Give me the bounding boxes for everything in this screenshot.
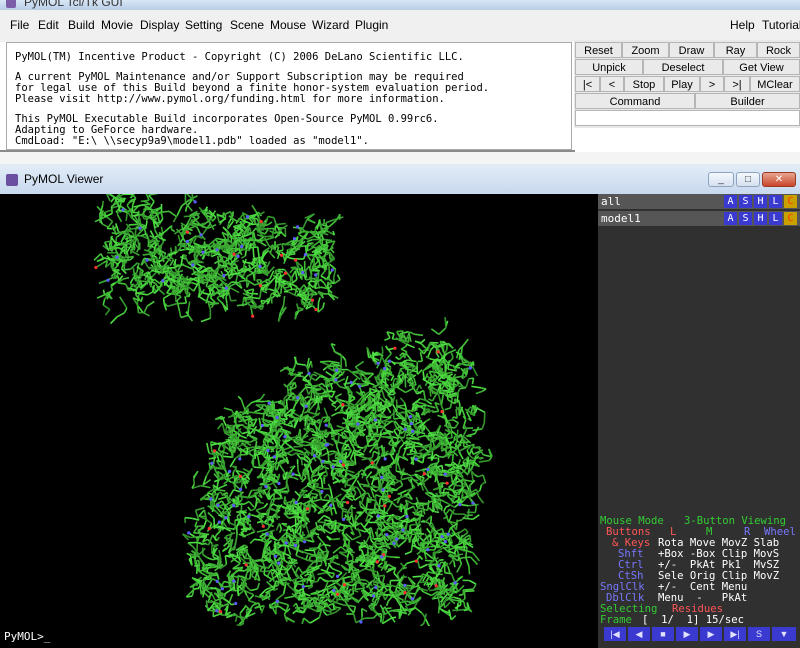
viewer-titlebar: PyMOL Viewer _ □ ✕ <box>0 164 800 194</box>
menu-wizard[interactable]: Wizard <box>312 18 349 32</box>
command-line-bar[interactable] <box>0 626 598 648</box>
object-name: model1 <box>601 212 641 225</box>
rewind-icon[interactable]: |◀ <box>604 627 626 641</box>
menu-setting[interactable]: Setting <box>185 18 222 32</box>
close-button[interactable]: ✕ <box>762 172 796 187</box>
last-frame-button[interactable]: >| <box>724 76 750 92</box>
ray-button[interactable]: Ray <box>714 42 757 58</box>
frame-label: Frame <box>600 614 632 626</box>
label-button[interactable]: L <box>769 195 782 208</box>
pymol-viewer-icon <box>6 174 18 186</box>
menu-bar: File Edit Build Movie Display Setting Sc… <box>0 10 800 42</box>
menu-edit[interactable]: Edit <box>38 18 59 32</box>
pymol-prompt[interactable]: PyMOL>_ <box>4 630 50 643</box>
next-frame-button[interactable]: > <box>700 76 724 92</box>
maximize-button[interactable]: □ <box>736 172 760 187</box>
prev-frame-button[interactable]: < <box>600 76 624 92</box>
frame-value: [ 1/ 1] 15/sec <box>642 614 745 626</box>
menu-display[interactable]: Display <box>140 18 179 32</box>
menu-tutorial[interactable]: Tutorial <box>762 18 800 32</box>
stop-button[interactable]: Stop <box>624 76 664 92</box>
output-console: PyMOL(TM) Incentive Product - Copyright … <box>6 42 572 150</box>
step-forward-icon[interactable]: ▶ <box>700 627 722 641</box>
transport-controls: |◀ ◀ ■ ▶ ▶ ▶| S ▼ <box>598 626 800 648</box>
menu-plugin[interactable]: Plugin <box>355 18 388 32</box>
color-button[interactable]: C <box>784 212 797 225</box>
rock-button[interactable]: Rock <box>757 42 800 58</box>
step-back-icon[interactable]: ◀ <box>628 627 650 641</box>
molecule-viewer[interactable] <box>0 194 598 626</box>
protein-stick-model <box>93 194 493 626</box>
zoom-button[interactable]: Zoom <box>622 42 669 58</box>
pymol-app-icon <box>6 0 16 8</box>
dropdown-icon[interactable]: ▼ <box>772 627 796 641</box>
label-button[interactable]: L <box>769 212 782 225</box>
unpick-button[interactable]: Unpick <box>575 59 643 75</box>
viewer-window-title: PyMOL Viewer <box>24 172 104 186</box>
play-button[interactable]: Play <box>664 76 700 92</box>
menu-movie[interactable]: Movie <box>101 18 133 32</box>
get-view-button[interactable]: Get View <box>723 59 800 75</box>
hide-button[interactable]: H <box>754 195 767 208</box>
console-line: PyMOL(TM) Incentive Product - Copyright … <box>15 51 464 63</box>
menu-mouse[interactable]: Mouse <box>270 18 306 32</box>
first-frame-button[interactable]: |< <box>575 76 600 92</box>
command-input[interactable] <box>575 110 800 126</box>
object-panel: all A S H L C model1 A S H L C Mouse Mod… <box>598 194 800 626</box>
console-line: CmdLoad: "E:\ \\secyp9a9\model1.pdb" loa… <box>15 135 370 147</box>
minimize-button[interactable]: _ <box>708 172 734 187</box>
deselect-button[interactable]: Deselect <box>643 59 723 75</box>
object-row-all[interactable]: all A S H L C <box>598 194 800 209</box>
gui-window-title: PyMOL Tcl/Tk GUI <box>24 0 123 9</box>
window-gap <box>0 152 800 164</box>
stop-icon[interactable]: ■ <box>652 627 674 641</box>
menu-help[interactable]: Help <box>730 18 755 32</box>
hide-button[interactable]: H <box>754 212 767 225</box>
play-icon[interactable]: ▶ <box>676 627 698 641</box>
color-button[interactable]: C <box>784 195 797 208</box>
action-button[interactable]: A <box>724 195 737 208</box>
object-row-model1[interactable]: model1 A S H L C <box>598 211 800 226</box>
menu-file[interactable]: File <box>10 18 29 32</box>
fast-forward-icon[interactable]: ▶| <box>724 627 746 641</box>
show-button[interactable]: S <box>739 212 752 225</box>
show-button[interactable]: S <box>739 195 752 208</box>
scene-icon[interactable]: S <box>748 627 770 641</box>
gui-titlebar: PyMOL Tcl/Tk GUI <box>0 0 800 10</box>
builder-button[interactable]: Builder <box>695 93 800 109</box>
action-button[interactable]: A <box>724 212 737 225</box>
draw-button[interactable]: Draw <box>669 42 714 58</box>
reset-button[interactable]: Reset <box>575 42 622 58</box>
menu-build[interactable]: Build <box>68 18 95 32</box>
object-name: all <box>601 195 621 208</box>
command-button[interactable]: Command <box>575 93 695 109</box>
menu-scene[interactable]: Scene <box>230 18 264 32</box>
mclear-button[interactable]: MClear <box>750 76 800 92</box>
console-line: Please visit http://www.pymol.org/fundin… <box>15 93 445 105</box>
